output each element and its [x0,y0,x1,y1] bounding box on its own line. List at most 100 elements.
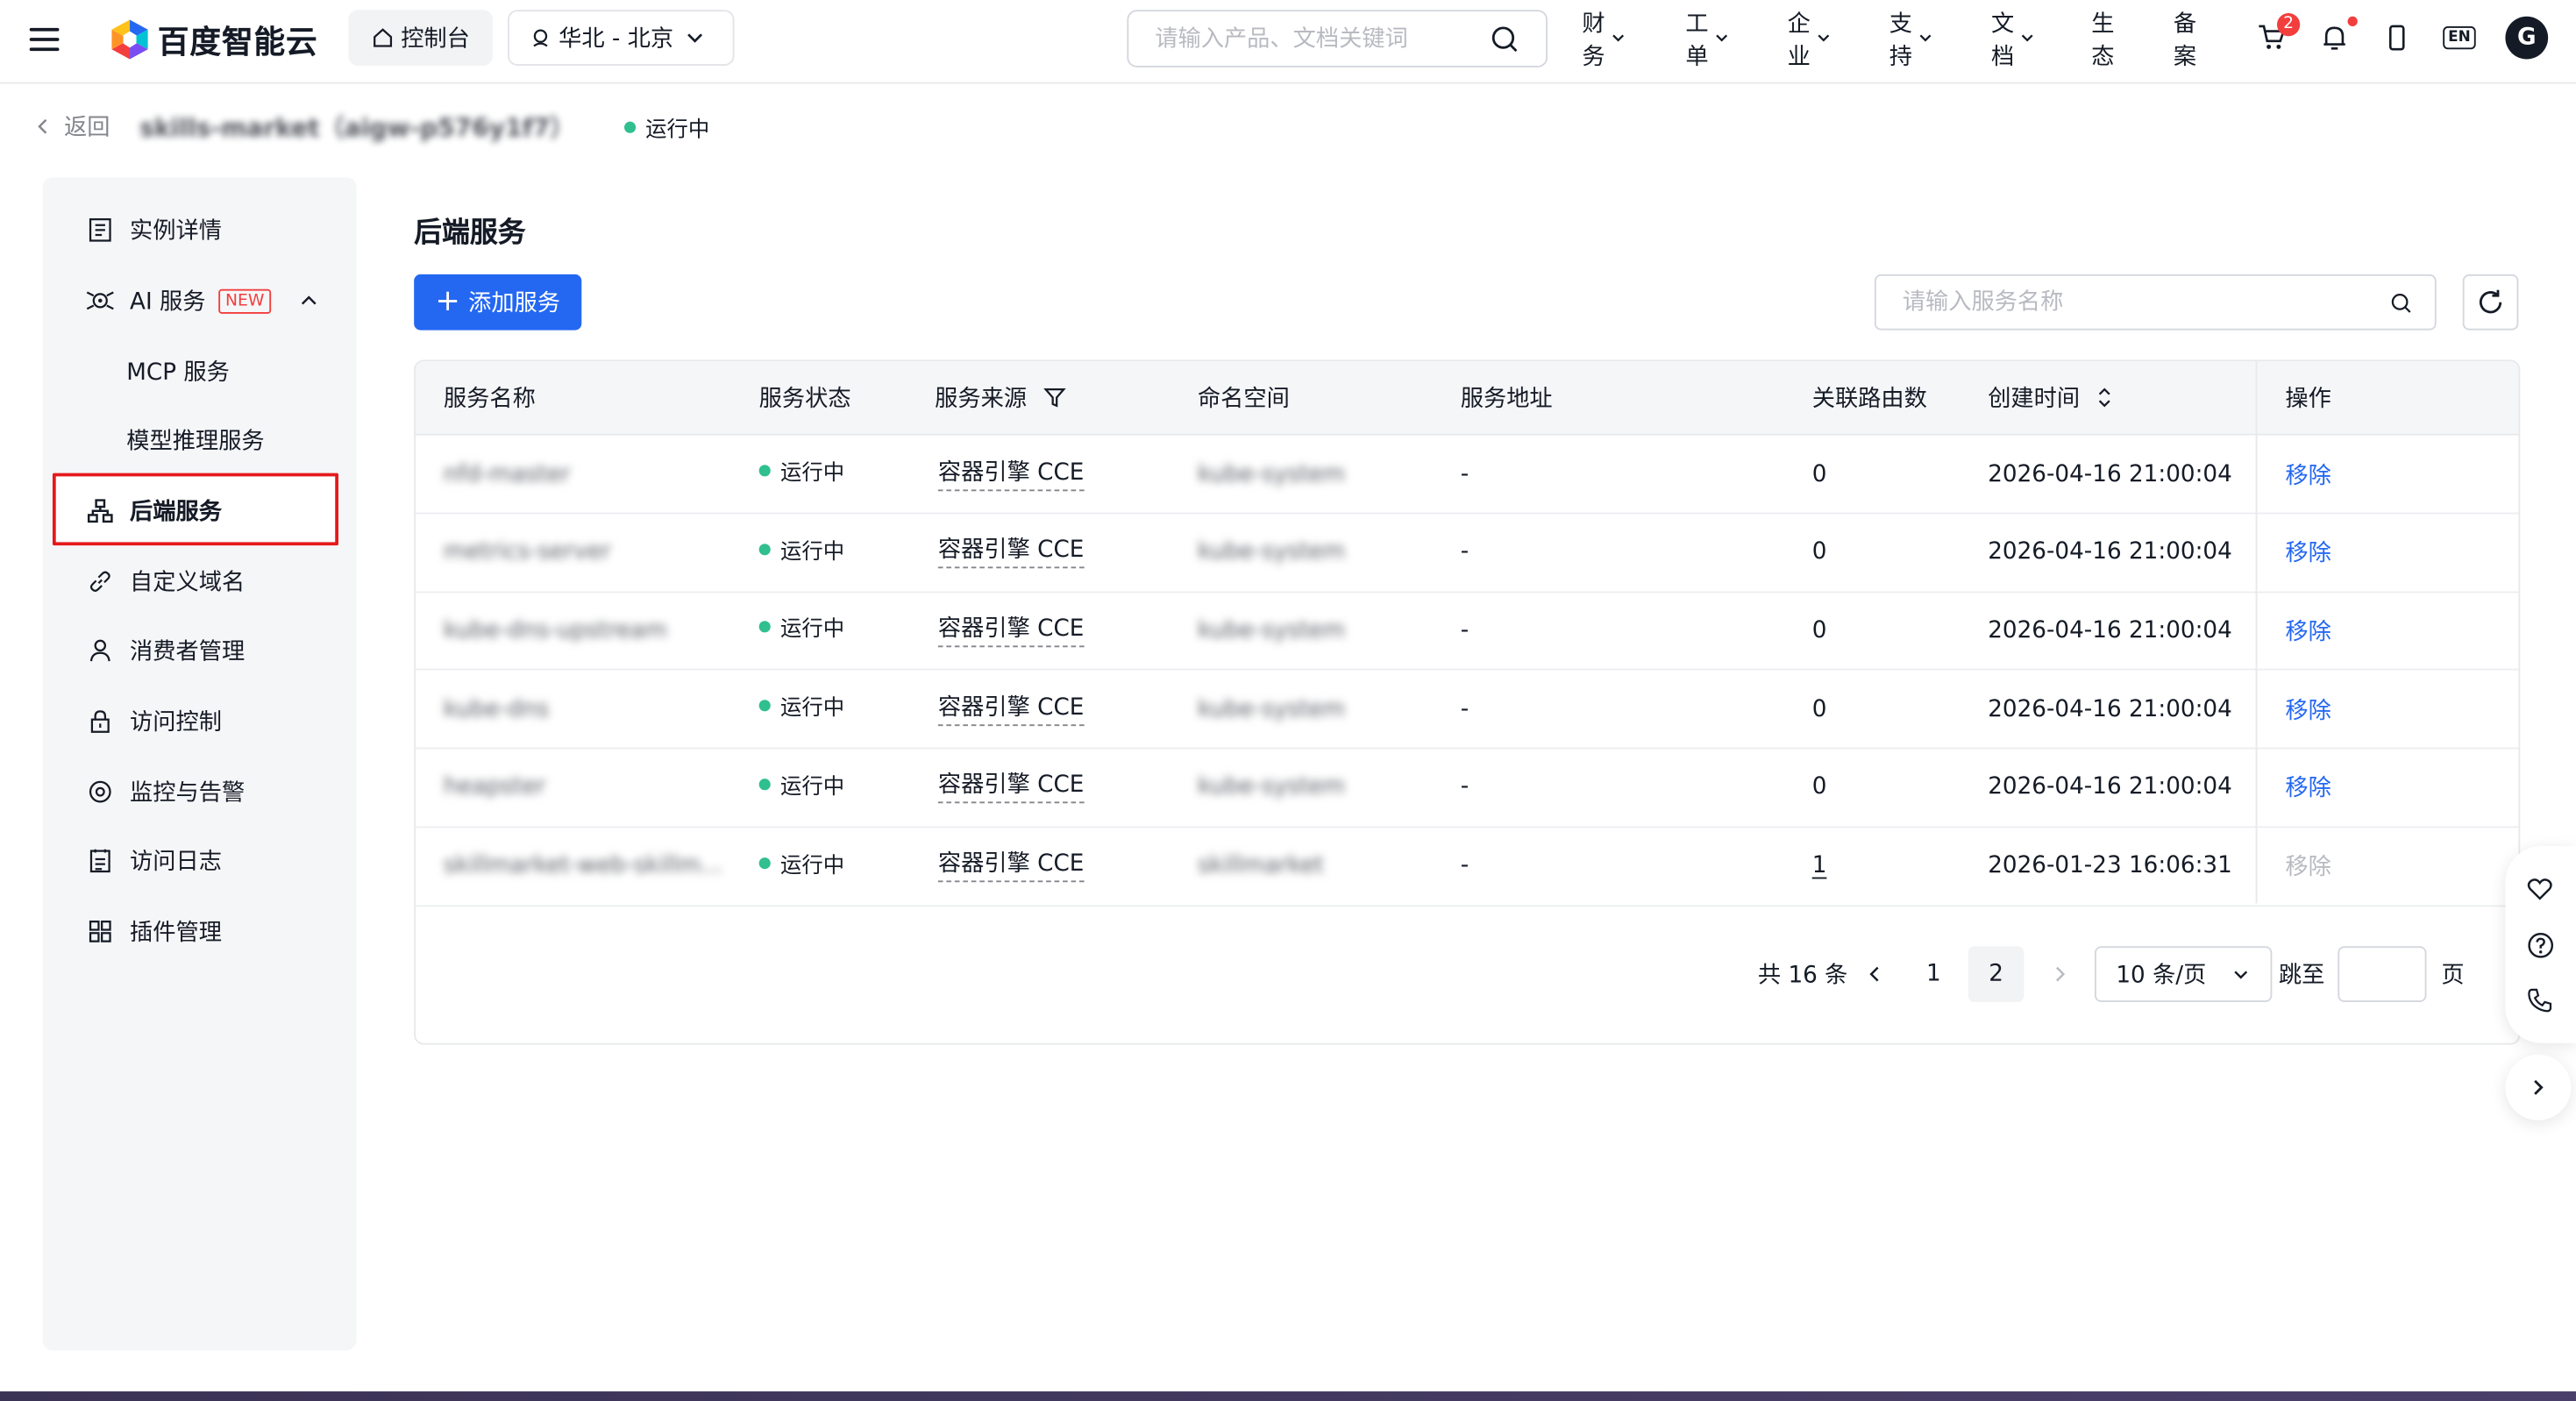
region-selector[interactable]: 华北 - 北京 [507,10,735,66]
sidebar-item-label: 后端服务 [130,499,222,526]
sidebar-item-0[interactable]: 实例详情 [43,197,357,263]
back-label: 返回 [64,115,110,142]
brand-logo[interactable]: 百度智能云 [109,17,318,62]
nav-link-0[interactable]: 财务 [1582,6,1626,72]
sidebar-item-10[interactable]: 插件管理 [43,899,357,964]
created-time-cell: 2026-04-16 21:00:04 [1988,592,2232,669]
table-row: kube-dns 运行中 容器引擎 CCE kube-system - 0 2026-04-… [416,671,2519,750]
service-source-cell-text: 容器引擎 CCE [937,693,1085,726]
nav-link-1[interactable]: 工单 [1685,6,1730,72]
search-icon[interactable] [2390,293,2411,314]
chevron-up-icon[interactable] [297,289,320,319]
nav-link-label: 生态 [2091,11,2115,71]
sort-icon[interactable] [2096,384,2113,410]
sidebar-item-4[interactable]: 后端服务 [43,478,357,544]
remove-action-link[interactable]: 移除 [2285,592,2330,669]
namespace-cell-text: skillmarket [1197,852,1324,879]
remove-action-link[interactable]: 移除 [2285,514,2330,591]
top-navbar: 百度智能云 控制台 华北 - 北京 财务 工单 企业 支持 文档 生态备案 2 [0,0,2576,84]
page-suffix-label: 页 [2441,963,2465,989]
remove-action-link[interactable]: 移除 [2285,749,2330,826]
created-time-cell-text: 2026-04-16 21:00:04 [1988,460,2232,487]
new-badge: NEW [218,288,271,313]
add-service-button[interactable]: + 添加服务 [414,274,582,331]
phone-icon[interactable] [2523,984,2556,1016]
service-address-cell: - [1461,514,1469,591]
page-2-button[interactable]: 2 [1968,946,2025,1002]
table-row: nfd-master 运行中 容器引擎 CCE kube-system - 0 2026-0… [416,436,2519,515]
nav-link-2[interactable]: 企业 [1788,6,1832,72]
sidebar-item-6[interactable]: 消费者管理 [43,618,357,684]
sidebar-item-label: MCP 服务 [126,359,230,387]
next-page-button[interactable] [2047,946,2074,1002]
sidebar-item-9[interactable]: 访问日志 [43,828,357,893]
console-label: 控制台 [401,25,470,53]
remove-action-link-text: 移除 [2285,619,2331,646]
remove-action-link-text: 移除 [2285,775,2331,802]
service-name-cell-text: metrics-server [443,538,611,565]
mobile-icon[interactable] [2379,19,2415,55]
status-dot [758,700,771,712]
namespace-cell-text: kube-system [1197,695,1346,722]
cart-icon[interactable]: 2 [2254,12,2301,55]
page-size-select[interactable]: 10 条/页 [2094,946,2273,1002]
filter-icon[interactable] [1043,386,1066,409]
sidebar-item-8[interactable]: 监控与告警 [43,759,357,825]
search-icon[interactable] [1490,25,1519,54]
console-button[interactable]: 控制台 [348,10,494,66]
chevron-down-icon [1610,26,1626,53]
sidebar-item-5[interactable]: 自定义域名 [43,549,357,615]
route-count-cell-text: 0 [1811,460,1827,487]
service-search-input[interactable] [1899,287,2382,317]
float-expand-button[interactable] [2505,1054,2572,1120]
page-1-button[interactable]: 1 [1906,946,1962,1002]
help-question-icon[interactable] [2523,928,2556,961]
route-count-cell[interactable]: 1 [1812,827,1827,904]
remove-action-link-text: 移除 [2285,540,2331,567]
sidebar-item-3[interactable]: 模型推理服务 [43,408,440,473]
column-header-label: 服务状态 [758,386,851,413]
chevron-left-icon [1869,966,1879,982]
jump-label: 跳至 [2278,963,2325,989]
prev-page-button[interactable] [1861,946,1888,1002]
service-status-cell-text: 运行中 [780,461,845,487]
route-count-cell: 0 [1812,671,1827,748]
sidebar-item-2[interactable]: MCP 服务 [43,338,440,404]
service-name-cell: metrics-server [444,514,611,591]
jump-page-input[interactable] [2338,946,2427,1002]
sidebar-item-1[interactable]: AI 服务 NEW [43,267,357,333]
bell-icon[interactable] [2316,16,2358,55]
nav-link-label: 财务 [1582,11,1605,71]
services-table: 服务名称 服务状态 服务来源 命名空间 服务地址 关联路由数 创建时间 操作 nfd-mast… [414,359,2521,1045]
remove-action-link[interactable]: 移除 [2285,827,2330,904]
nav-link-4[interactable]: 文档 [1991,6,2036,72]
back-link[interactable]: 返回 [32,110,110,143]
namespace-cell: kube-system [1198,514,1345,591]
service-address-cell: - [1461,436,1469,513]
column-header-6[interactable]: 创建时间 [1988,361,2112,433]
namespace-cell: kube-system [1198,671,1345,748]
remove-action-link[interactable]: 移除 [2285,671,2330,748]
table-row: kube-dns-upstream 运行中 容器引擎 CCE kube-system -… [416,592,2519,672]
sidebar-item-7[interactable]: 访问控制 [43,688,357,754]
remove-action-link[interactable]: 移除 [2285,436,2330,513]
namespace-cell-text: kube-system [1197,460,1346,487]
nav-link-6[interactable]: 备案 [2174,6,2196,72]
service-status-cell: 运行中 [758,667,845,744]
language-icon[interactable]: EN [2441,19,2477,55]
service-address-cell: - [1461,592,1469,669]
refresh-icon [2479,289,2502,314]
column-header-2[interactable]: 服务来源 [935,361,1066,433]
column-header-label: 操作 [2285,386,2331,413]
nav-link-label: 企业 [1787,11,1811,71]
service-status-cell-text: 运行中 [780,696,845,722]
avatar[interactable]: G [2505,16,2549,60]
global-search-input[interactable] [1151,24,1487,53]
menu-icon[interactable] [29,23,60,52]
nav-link-5[interactable]: 生态 [2091,6,2114,72]
nav-link-3[interactable]: 支持 [1889,6,1934,72]
service-name-cell: nfd-master [444,436,570,513]
feedback-heart-icon[interactable] [2523,872,2556,905]
refresh-button[interactable] [2462,274,2519,331]
chevron-down-icon [1918,26,1934,53]
